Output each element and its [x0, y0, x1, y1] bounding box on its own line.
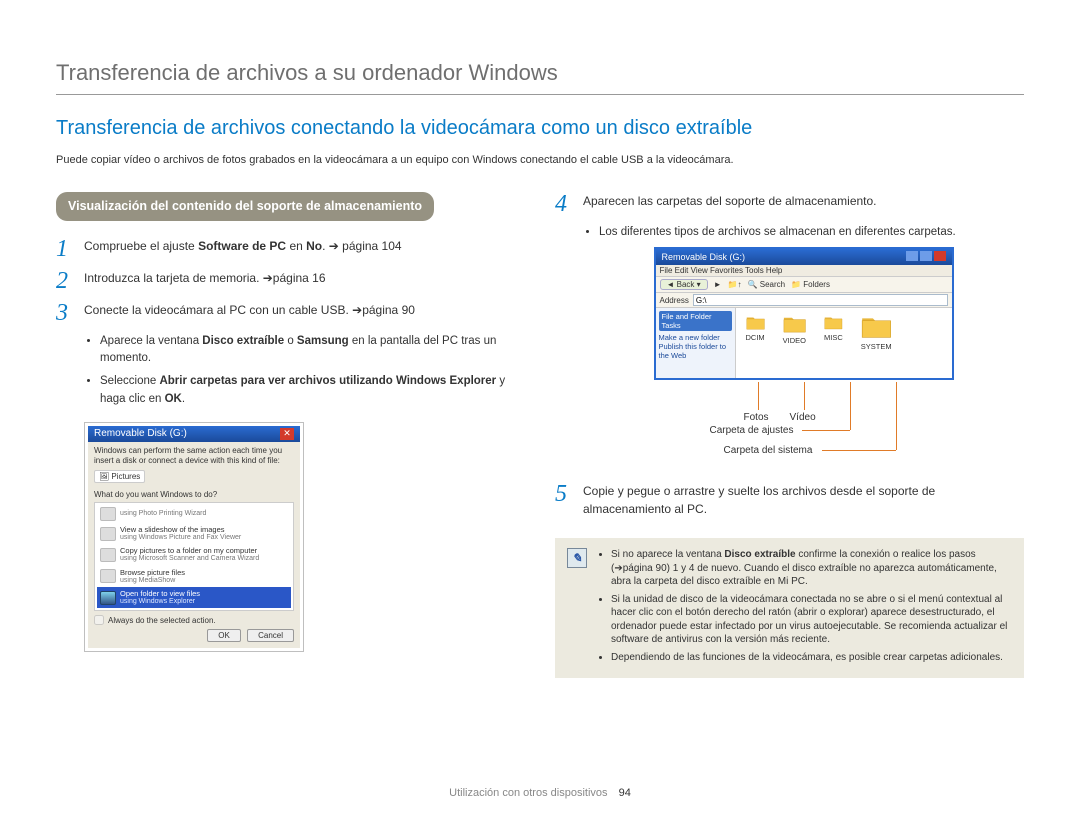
step-3: 3 Conecte la videocámara al PC con un ca… — [56, 301, 525, 325]
autoplay-option: View a slideshow of the imagesusing Wind… — [97, 523, 291, 544]
autoplay-dialog-figure: Removable Disk (G:) ✕ Windows can perfor… — [84, 422, 304, 653]
folder-icon — [783, 316, 806, 334]
slideshow-icon — [100, 527, 116, 541]
step-1: 1 Compruebe el ajuste Software de PC en … — [56, 237, 525, 261]
cancel-button: Cancel — [247, 629, 294, 642]
search-button: 🔍 Search — [748, 280, 786, 289]
note-item-3: Dependiendo de las funciones de la video… — [611, 651, 1012, 665]
folders-button: 📁 Folders — [791, 280, 830, 289]
subsection-badge: Visualización del contenido del soporte … — [56, 192, 434, 221]
title-divider — [56, 94, 1024, 95]
note-box: ✎ Si no aparece la ventana Disco extraíb… — [555, 538, 1024, 678]
step-3-text: Conecte la videocámara al PC con un cabl… — [84, 301, 415, 325]
mediashow-icon — [100, 569, 116, 583]
folder-icon — [824, 316, 843, 330]
folder-dcim: DCIM — [746, 316, 765, 342]
section-title: Transferencia de archivos conectando la … — [56, 117, 1024, 140]
explorer-content: DCIM VIDEO MISC — [736, 308, 952, 378]
autoplay-always-checkbox: Always do the selected action. — [94, 615, 294, 625]
checkbox-icon — [94, 615, 104, 625]
step-3-bullet-1: Aparece la ventana Disco extraíble o Sam… — [100, 333, 525, 368]
folder-callouts: Fotos Vídeo Carpeta de ajustes Carpeta d… — [654, 382, 954, 482]
autoplay-option: Copy pictures to a folder on my computer… — [97, 544, 291, 565]
folder-open-icon — [100, 591, 116, 605]
autoplay-option-selected: Open folder to view filesusing Windows E… — [97, 587, 291, 608]
step-1-bold-software: Software de PC — [198, 239, 286, 253]
note-item-2: Si la unidad de disco de la videocámara … — [611, 593, 1012, 647]
section-intro: Puede copiar vídeo o archivos de fotos g… — [56, 154, 1024, 166]
callout-fotos: Fotos — [744, 412, 769, 423]
footer-section: Utilización con otros dispositivos — [449, 787, 607, 799]
folder-icon — [861, 316, 892, 340]
page-number: 94 — [619, 787, 631, 799]
note-item-1: Si no aparece la ventana Disco extraíble… — [611, 548, 1012, 589]
folder-system: SYSTEM — [861, 316, 892, 351]
step-5-text: Copie y pegue o arrastre y suelte los ar… — [583, 482, 1024, 518]
autoplay-titlebar: Removable Disk (G:) — [94, 428, 187, 439]
address-input — [693, 294, 948, 306]
step-1-bold-no: No — [306, 239, 322, 253]
scanner-icon — [100, 548, 116, 562]
left-column: Visualización del contenido del soporte … — [56, 192, 525, 678]
explorer-sidepanel: File and Folder Tasks Make a new folder … — [656, 308, 736, 378]
printer-icon — [100, 507, 116, 521]
step-4-text: Aparecen las carpetas del soporte de alm… — [583, 192, 877, 216]
step-1-text-c: en — [286, 239, 306, 253]
forward-icon: ► — [714, 280, 722, 289]
folder-video: VIDEO — [783, 316, 806, 345]
callout-video: Vídeo — [790, 412, 816, 423]
step-4-bullet-1: Los diferentes tipos de archivos se alma… — [599, 224, 1024, 241]
step-5: 5 Copie y pegue o arrastre y suelte los … — [555, 482, 1024, 518]
up-icon: 📁↑ — [728, 280, 742, 289]
autoplay-option: Browse picture filesusing MediaShow — [97, 566, 291, 587]
callout-sistema: Carpeta del sistema — [724, 445, 813, 456]
autoplay-option: using Photo Printing Wizard — [97, 505, 291, 523]
step-4: 4 Aparecen las carpetas del soporte de a… — [555, 192, 1024, 216]
explorer-window-figure: Removable Disk (G:) File Edit View Favor… — [654, 247, 954, 380]
explorer-menubar: File Edit View Favorites Tools Help — [656, 265, 952, 277]
step-4-bullets: Los diferentes tipos de archivos se alma… — [585, 224, 1024, 241]
right-column: 4 Aparecen las carpetas del soporte de a… — [555, 192, 1024, 678]
window-buttons — [904, 251, 946, 263]
step-2-text: Introduzca la tarjeta de memoria. ➔págin… — [84, 269, 326, 293]
note-icon: ✎ — [567, 548, 587, 568]
ok-button: OK — [207, 629, 241, 642]
step-3-bullet-2: Seleccione Abrir carpetas para ver archi… — [100, 373, 525, 408]
explorer-titlebar: Removable Disk (G:) — [662, 252, 746, 262]
autoplay-headline: Windows can perform the same action each… — [94, 446, 294, 466]
step-number: 3 — [56, 301, 74, 325]
explorer-toolbar: ◄ Back ▾ ► 📁↑ 🔍 Search 📁 Folders — [656, 277, 952, 293]
step-number: 2 — [56, 269, 74, 293]
step-1-text-a: Compruebe el ajuste — [84, 239, 198, 253]
autoplay-question: What do you want Windows to do? — [94, 490, 294, 499]
page-footer: Utilización con otros dispositivos 94 — [0, 787, 1080, 799]
callout-ajustes: Carpeta de ajustes — [710, 425, 794, 436]
step-1-text-e: . ➔ página 104 — [322, 239, 401, 253]
autoplay-options-list: using Photo Printing Wizard View a slide… — [94, 502, 294, 612]
step-number: 5 — [555, 482, 573, 518]
folder-misc: MISC — [824, 316, 843, 341]
page-title: Transferencia de archivos a su ordenador… — [56, 60, 1024, 86]
close-icon: ✕ — [280, 428, 294, 440]
autoplay-pictures-label: 🖼 Pictures — [94, 470, 145, 483]
step-number: 4 — [555, 192, 573, 216]
step-number: 1 — [56, 237, 74, 261]
explorer-addressbar: Address — [656, 293, 952, 308]
step-2: 2 Introduzca la tarjeta de memoria. ➔pág… — [56, 269, 525, 293]
step-3-bullets: Aparece la ventana Disco extraíble o Sam… — [86, 333, 525, 408]
folder-icon — [746, 316, 765, 331]
back-button: ◄ Back ▾ — [660, 279, 708, 290]
